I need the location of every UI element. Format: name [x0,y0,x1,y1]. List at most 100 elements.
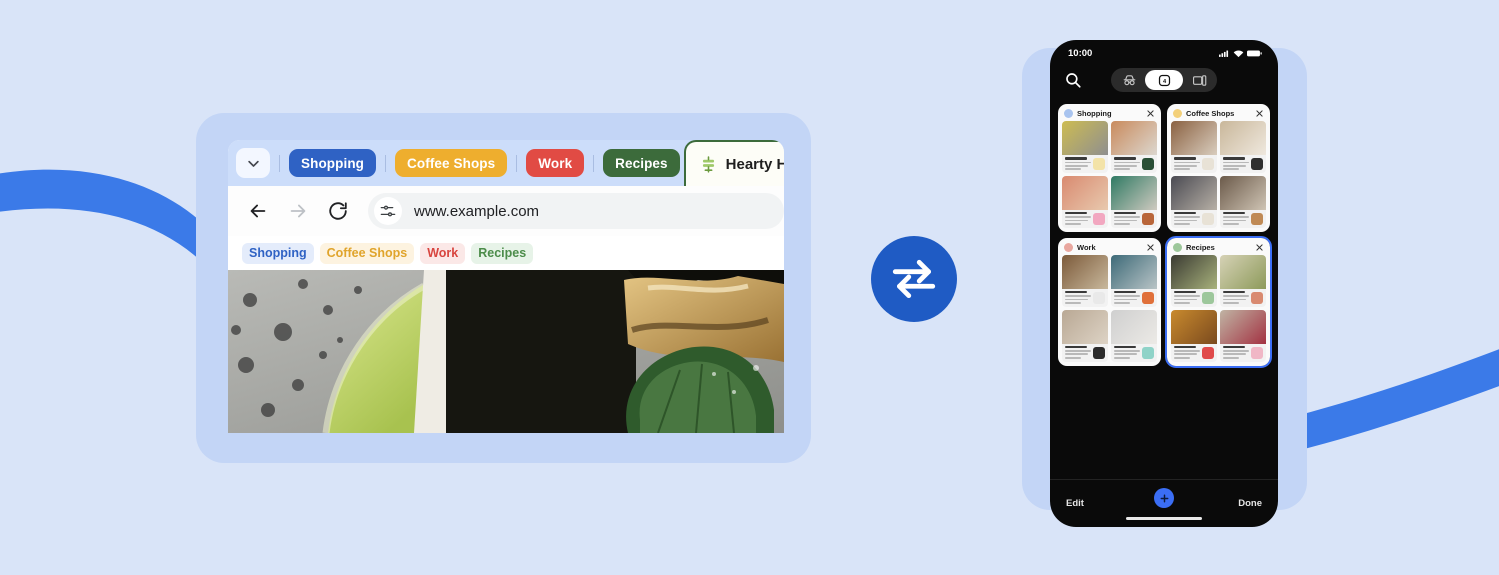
tab-group-card-coffee-shops[interactable]: Coffee Shops [1167,104,1270,232]
page-hero-photo [228,270,784,433]
close-icon[interactable] [1146,109,1155,118]
tab-group-chip-shopping[interactable]: Shopping [289,149,377,177]
thumbnail-favicon [1142,346,1154,359]
thumbnail-meta [1220,209,1266,228]
tune-sliders-icon[interactable] [374,197,402,225]
thumbnail-favicon [1202,157,1214,170]
thumbnail-meta [1111,155,1157,173]
thumbnail-meta [1062,209,1108,228]
segment-other-devices[interactable] [1183,70,1215,90]
thumbnail-meta [1171,288,1217,307]
thumbnail-text-lines [1174,290,1200,304]
tab-thumbnail[interactable] [1062,121,1108,173]
active-tab[interactable]: Hearty Herb [683,140,784,186]
bookmark-recipes[interactable]: Recipes [471,242,534,264]
tab-thumbnail[interactable] [1062,309,1108,362]
tab-divider [279,154,280,172]
thumbnail-meta [1220,155,1266,173]
tab-thumbnail[interactable] [1171,309,1217,362]
tab-thumbnail[interactable] [1171,254,1217,307]
tab-thumbnail[interactable] [1171,175,1217,228]
thumbnail-text-lines [1174,345,1200,359]
thumbnail-favicon [1202,346,1214,359]
close-icon[interactable] [1255,109,1264,118]
tab-thumbnail-grid [1171,121,1266,228]
add-tab-group-button[interactable] [1154,488,1174,508]
bookmark-coffee-shops[interactable]: Coffee Shops [319,242,415,264]
tab-thumbnail-grid [1171,254,1266,362]
thumbnail-favicon [1202,291,1214,304]
tab-group-card-shopping[interactable]: Shopping [1058,104,1161,232]
thumbnail-text-lines [1065,211,1091,225]
thumbnail-meta [1220,288,1266,307]
tab-thumbnail[interactable] [1220,309,1266,362]
segment-tabs[interactable]: 4 [1145,70,1183,90]
tab-thumbnail[interactable] [1171,121,1217,173]
thumbnail-image [1171,254,1217,289]
tab-thumbnail[interactable] [1111,309,1157,362]
done-button[interactable]: Done [1238,498,1262,509]
tab-group-card-header: Work [1062,242,1157,255]
plus-icon [1160,494,1168,502]
thumbnail-favicon [1093,157,1105,170]
address-bar[interactable]: www.example.com [368,193,784,229]
tab-thumbnail[interactable] [1111,121,1157,173]
thumbnail-text-lines [1174,157,1200,170]
thumbnail-image [1171,121,1217,155]
sync-badge [871,236,957,322]
tab-group-chip-coffee-shops[interactable]: Coffee Shops [395,149,508,177]
chip-label: Work [538,155,573,171]
thumbnail-meta [1171,209,1217,228]
tab-thumbnail[interactable] [1220,121,1266,173]
edit-button[interactable]: Edit [1066,498,1084,509]
thumbnail-text-lines [1223,290,1249,304]
tab-group-card-recipes[interactable]: Recipes [1165,235,1272,368]
thumbnail-favicon [1093,291,1105,304]
tab-thumbnail[interactable] [1111,175,1157,228]
screenshot-root: Shopping Coffee Shops Work Recipes Heart… [0,0,1499,575]
search-icon[interactable] [1064,71,1082,89]
bookmark-label: Work [427,246,459,260]
thumbnail-text-lines [1065,290,1091,304]
thumbnail-meta [1171,343,1217,362]
chevron-down-icon[interactable] [236,148,270,178]
bookmark-shopping[interactable]: Shopping [242,242,314,264]
sync-arrows-icon [892,259,936,299]
segment-incognito[interactable] [1113,70,1145,90]
tab-thumbnail[interactable] [1062,175,1108,228]
tab-group-chip-work[interactable]: Work [526,149,585,177]
thumbnail-meta [1062,288,1108,307]
thumbnail-meta [1220,343,1266,362]
bookmark-label: Shopping [249,246,307,260]
wifi-icon [1233,49,1244,57]
home-indicator [1126,516,1202,520]
status-clock: 10:00 [1068,47,1093,59]
close-icon[interactable] [1146,243,1155,252]
tab-thumbnail[interactable] [1220,175,1266,228]
tab-group-chip-recipes[interactable]: Recipes [603,149,680,177]
thumbnail-image [1111,121,1157,155]
thumbnail-image [1111,175,1157,210]
thumbnail-image [1111,309,1157,344]
browser-toolbar: www.example.com [228,186,784,236]
thumbnail-text-lines [1223,157,1249,170]
status-icons [1219,49,1262,58]
tab-group-name: Coffee Shops [1186,109,1235,118]
tab-thumbnail[interactable] [1220,254,1266,307]
thumbnail-text-lines [1174,211,1200,225]
tab-group-color-dot [1173,242,1182,252]
thumbnail-text-lines [1223,211,1249,225]
tab-group-card-work[interactable]: Work [1058,237,1161,366]
back-arrow-icon[interactable] [238,191,278,231]
forward-arrow-icon [278,191,318,231]
tab-thumbnail[interactable] [1111,254,1157,307]
thumbnail-image [1171,309,1217,344]
reload-icon[interactable] [318,191,358,231]
thumbnail-image [1220,254,1266,289]
close-icon[interactable] [1255,243,1264,252]
chip-label: Shopping [301,155,365,171]
tab-group-name: Shopping [1077,109,1112,118]
phone-device: 10:00 4 Shopping Coffee Shops Work Recip… [1050,40,1278,527]
tab-thumbnail[interactable] [1062,254,1108,307]
bookmark-work[interactable]: Work [420,242,466,264]
